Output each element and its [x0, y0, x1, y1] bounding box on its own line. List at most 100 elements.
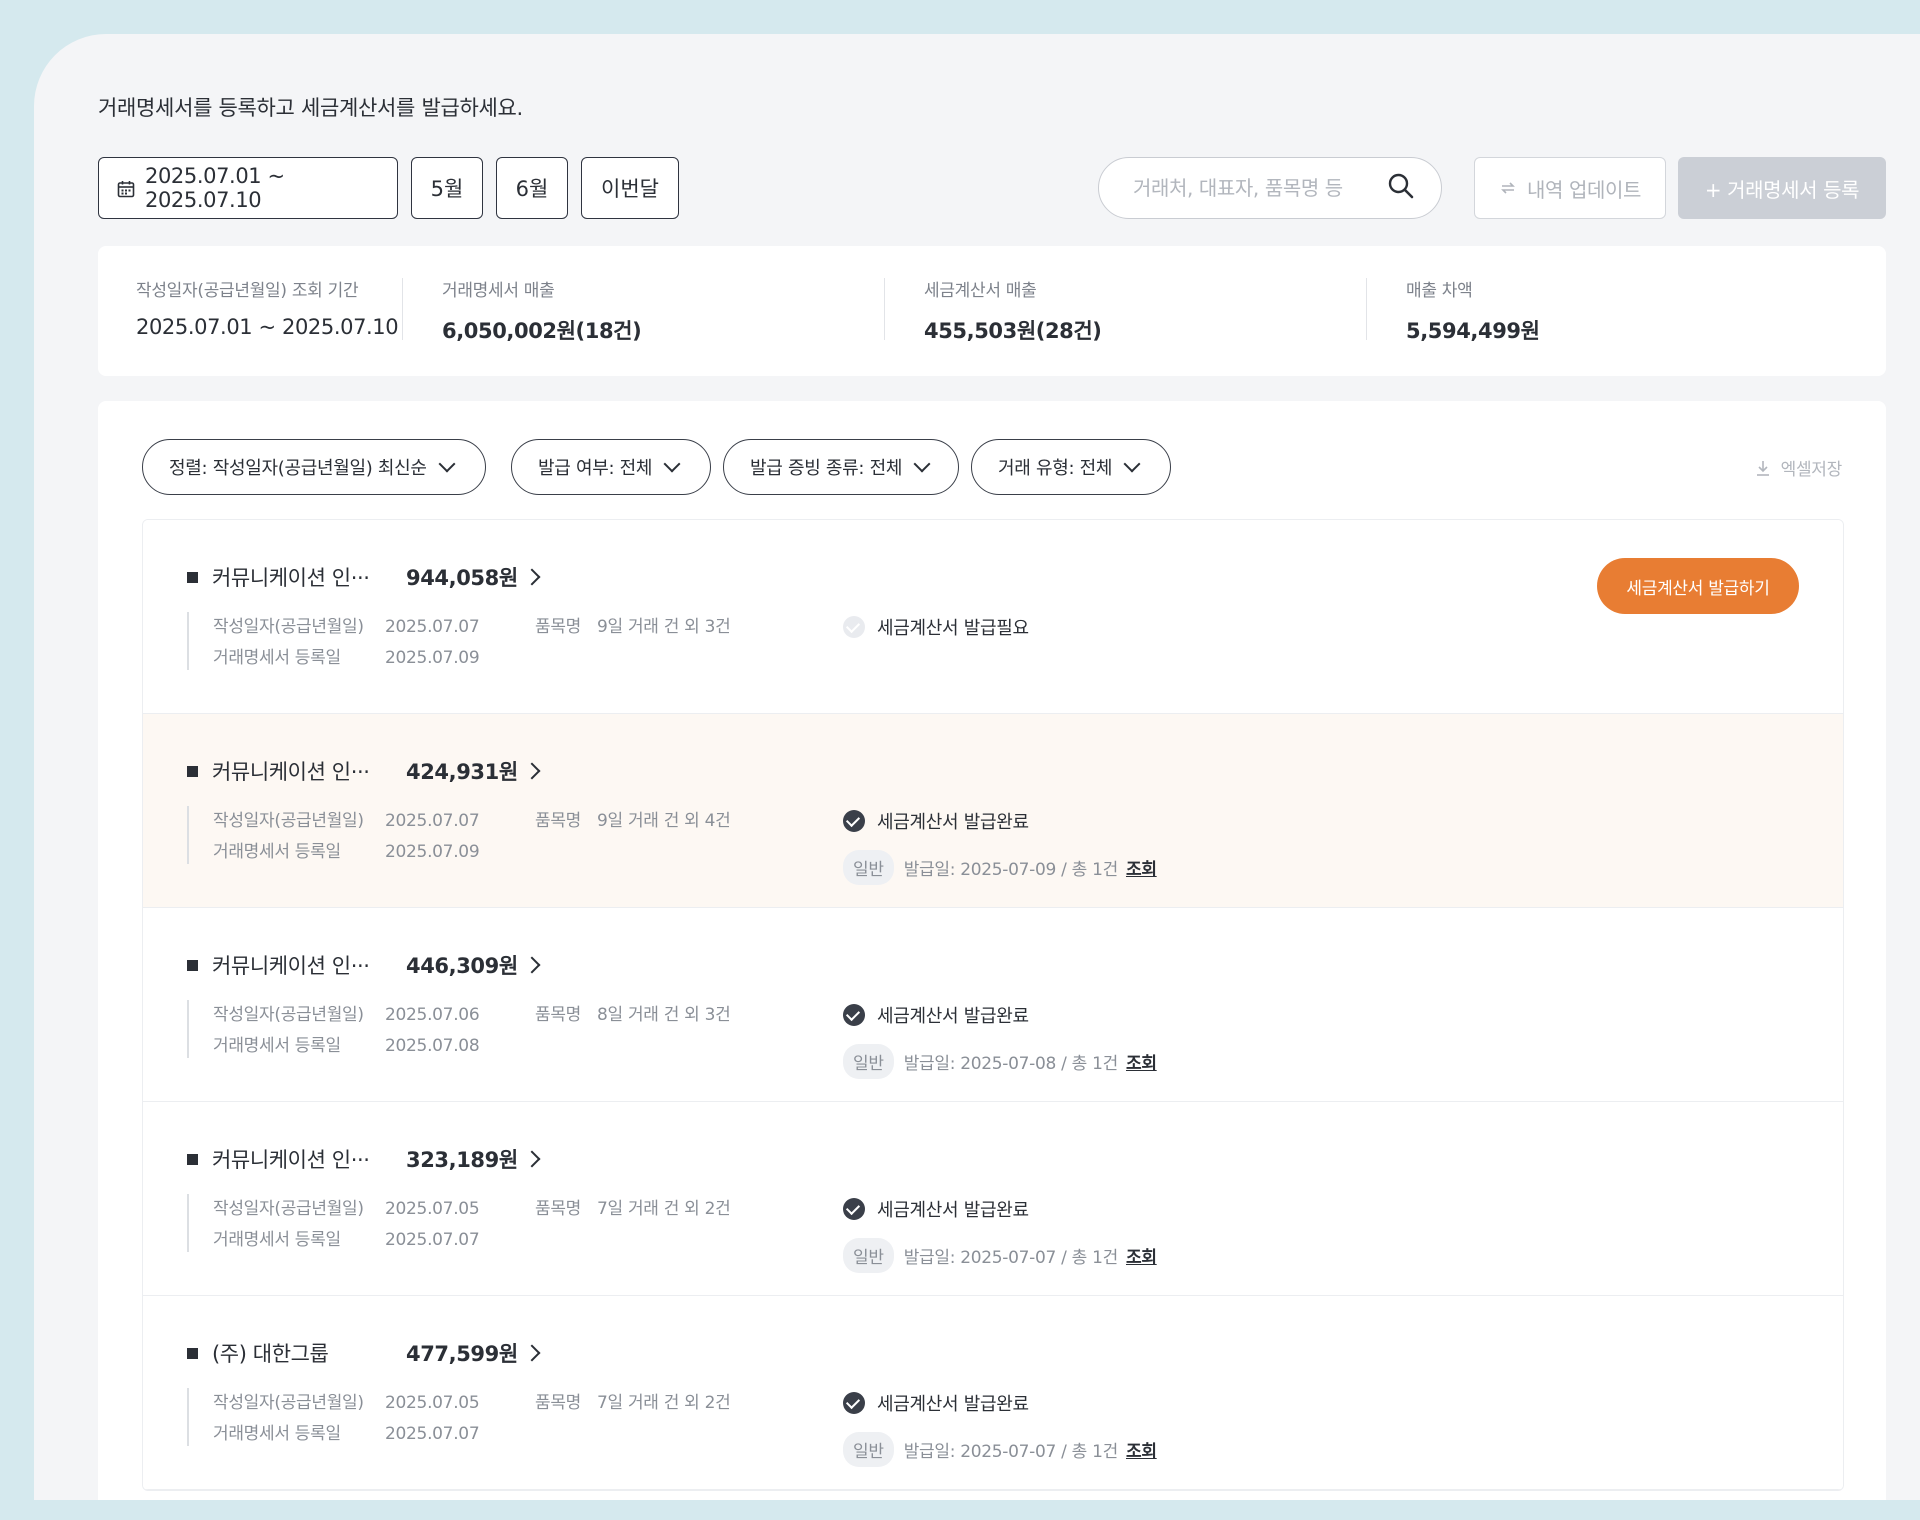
invoice-type-tag: 일반	[843, 1044, 894, 1079]
list-item[interactable]: (주) 대한그룹 477,599원 작성일자(공급년월일) 2025.07.05…	[143, 1296, 1843, 1490]
view-link[interactable]: 조회	[1126, 1049, 1157, 1074]
quick-may-button[interactable]: 5월	[411, 157, 483, 219]
update-history-button[interactable]: 내역 업데이트	[1474, 157, 1666, 219]
date-range-label: 2025.07.01 ~ 2025.07.10	[145, 164, 285, 212]
status-text: 세금계산서 발급완료	[877, 1006, 1029, 1027]
written-date-value: 2025.07.07	[385, 811, 480, 831]
company-name: (주) 대한그룹	[212, 1342, 329, 1366]
registered-date-label: 거래명세서 등록일	[213, 648, 341, 668]
summary-difference: 매출 차액 5,594,499원	[1406, 276, 1540, 345]
issue-info: 발급일: 2025-07-09 / 총 1건	[903, 860, 1119, 880]
quick-june-button[interactable]: 6월	[496, 157, 568, 219]
issue-invoice-button[interactable]: 세금계산서 발급하기	[1597, 558, 1799, 614]
bullet-icon	[187, 1347, 198, 1359]
summary-value: 6,050,002원(18건)	[442, 319, 642, 343]
row-details: 작성일자(공급년월일) 2025.07.06 품목명 8일 거래 건 외 3건 …	[187, 1000, 731, 1058]
chevron-right-icon[interactable]	[523, 1150, 541, 1168]
status-text: 세금계산서 발급완료	[877, 1200, 1029, 1221]
view-link[interactable]: 조회	[1126, 1437, 1157, 1462]
proof-type-label: 발급 증빙 종류: 전체	[750, 458, 903, 479]
search-icon[interactable]	[1387, 172, 1415, 204]
list-item[interactable]: 커뮤니케이션 인··· 446,309원 작성일자(공급년월일) 2025.07…	[143, 908, 1843, 1102]
update-history-label: 내역 업데이트	[1527, 177, 1641, 202]
item-label: 품목명	[535, 1199, 582, 1219]
written-date-value: 2025.07.07	[385, 617, 480, 637]
item-label: 품목명	[535, 1005, 582, 1025]
registered-date-value: 2025.07.07	[385, 1230, 480, 1250]
chevron-right-icon[interactable]	[523, 568, 541, 586]
invoice-status: 세금계산서 발급완료 일반 발급일: 2025-07-07 / 총 1건 조회	[843, 1196, 1157, 1273]
list-item[interactable]: 커뮤니케이션 인··· 944,058원 작성일자(공급년월일) 2025.07…	[143, 520, 1843, 714]
amount-link[interactable]: 944,058원	[406, 562, 518, 592]
quick-this-month-button[interactable]: 이번달	[581, 157, 679, 219]
amount-link[interactable]: 477,599원	[406, 1338, 518, 1368]
row-header: (주) 대한그룹 477,599원	[187, 1338, 541, 1368]
company-name: 커뮤니케이션 인···	[212, 1148, 370, 1172]
written-date-label: 작성일자(공급년월일)	[213, 1199, 364, 1219]
registered-date-value: 2025.07.09	[385, 842, 480, 862]
check-circle-icon	[843, 1004, 865, 1026]
written-date-value: 2025.07.05	[385, 1393, 480, 1413]
summary-label: 매출 차액	[1406, 281, 1473, 301]
list-item[interactable]: 커뮤니케이션 인··· 424,931원 작성일자(공급년월일) 2025.07…	[143, 714, 1843, 908]
view-link[interactable]: 조회	[1126, 1243, 1157, 1268]
status-text: 세금계산서 발급필요	[877, 618, 1029, 639]
search-input[interactable]	[1131, 175, 1387, 201]
registered-date-value: 2025.07.09	[385, 648, 480, 668]
chevron-down-icon	[1123, 455, 1141, 473]
summary-card: 작성일자(공급년월일) 조회 기간 2025.07.01 ~ 2025.07.1…	[98, 246, 1886, 376]
status-text: 세금계산서 발급완료	[877, 1394, 1029, 1415]
row-header: 커뮤니케이션 인··· 944,058원	[187, 562, 541, 592]
written-date-label: 작성일자(공급년월일)	[213, 1393, 364, 1413]
chevron-right-icon[interactable]	[523, 1344, 541, 1362]
invoice-status: 세금계산서 발급필요	[843, 614, 1029, 640]
summary-label: 작성일자(공급년월일) 조회 기간	[136, 281, 359, 301]
item-value: 9일 거래 건 외 4건	[597, 811, 731, 831]
trade-type-label: 거래 유형: 전체	[998, 458, 1113, 479]
statement-list: 커뮤니케이션 인··· 944,058원 작성일자(공급년월일) 2025.07…	[142, 519, 1844, 1491]
view-link[interactable]: 조회	[1126, 855, 1157, 880]
invoice-status: 세금계산서 발급완료 일반 발급일: 2025-07-09 / 총 1건 조회	[843, 808, 1157, 885]
row-header: 커뮤니케이션 인··· 446,309원	[187, 950, 541, 980]
chevron-right-icon[interactable]	[523, 762, 541, 780]
invoice-type-tag: 일반	[843, 850, 894, 885]
check-circle-icon	[843, 810, 865, 832]
date-range-button[interactable]: 2025.07.01 ~ 2025.07.10	[98, 157, 398, 219]
summary-label: 세금계산서 매출	[924, 281, 1037, 301]
summary-invoice-sales: 세금계산서 매출 455,503원(28건)	[924, 276, 1102, 345]
item-value: 7일 거래 건 외 2건	[597, 1393, 731, 1413]
company-name: 커뮤니케이션 인···	[212, 566, 370, 590]
row-header: 커뮤니케이션 인··· 323,189원	[187, 1144, 541, 1174]
toolbar: 2025.07.01 ~ 2025.07.10 5월 6월 이번달 내역 업데이…	[98, 157, 1920, 221]
excel-save-button[interactable]: 엑셀저장	[1755, 455, 1842, 480]
statement-list-panel: 정렬: 작성일자(공급년월일) 최신순 발급 여부: 전체 발급 증빙 종류: …	[98, 401, 1886, 1500]
summary-value: 2025.07.01 ~ 2025.07.10	[136, 315, 399, 339]
amount-link[interactable]: 424,931원	[406, 756, 518, 786]
trade-type-dropdown[interactable]: 거래 유형: 전체	[971, 439, 1171, 495]
excel-save-label: 엑셀저장	[1780, 460, 1843, 480]
written-date-label: 작성일자(공급년월일)	[213, 811, 364, 831]
list-item[interactable]: 커뮤니케이션 인··· 323,189원 작성일자(공급년월일) 2025.07…	[143, 1102, 1843, 1296]
amount-link[interactable]: 446,309원	[406, 950, 518, 980]
issue-info: 발급일: 2025-07-08 / 총 1건	[903, 1054, 1119, 1074]
summary-value: 455,503원(28건)	[924, 319, 1102, 343]
written-date-value: 2025.07.05	[385, 1199, 480, 1219]
registered-date-label: 거래명세서 등록일	[213, 1036, 341, 1056]
registered-date-label: 거래명세서 등록일	[213, 842, 341, 862]
calendar-icon	[117, 179, 135, 198]
bullet-icon	[187, 765, 198, 777]
summary-period: 작성일자(공급년월일) 조회 기간 2025.07.01 ~ 2025.07.1…	[136, 276, 399, 339]
search-box	[1098, 157, 1442, 219]
written-date-label: 작성일자(공급년월일)	[213, 617, 364, 637]
row-details: 작성일자(공급년월일) 2025.07.07 품목명 9일 거래 건 외 3건 …	[187, 612, 731, 670]
summary-label: 거래명세서 매출	[442, 281, 555, 301]
sort-dropdown[interactable]: 정렬: 작성일자(공급년월일) 최신순	[142, 439, 486, 495]
proof-type-dropdown[interactable]: 발급 증빙 종류: 전체	[723, 439, 959, 495]
chevron-down-icon	[438, 455, 456, 473]
amount-link[interactable]: 323,189원	[406, 1144, 518, 1174]
row-details: 작성일자(공급년월일) 2025.07.05 품목명 7일 거래 건 외 2건 …	[187, 1194, 731, 1252]
invoice-type-tag: 일반	[843, 1432, 894, 1467]
register-statement-button[interactable]: + 거래명세서 등록	[1678, 157, 1886, 219]
issued-filter-dropdown[interactable]: 발급 여부: 전체	[511, 439, 711, 495]
chevron-right-icon[interactable]	[523, 956, 541, 974]
